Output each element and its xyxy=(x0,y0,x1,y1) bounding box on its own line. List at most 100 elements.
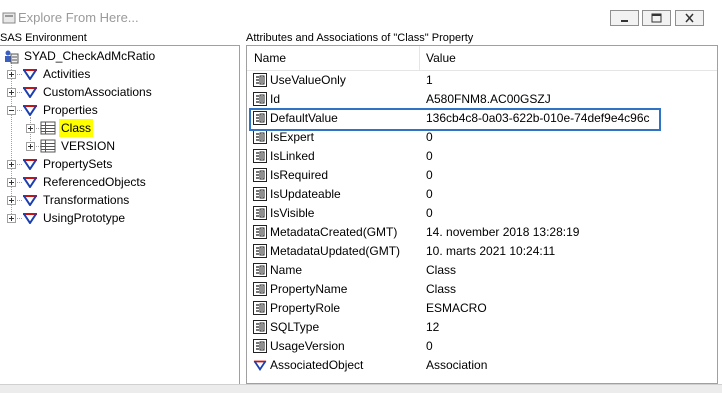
property-value: Class xyxy=(426,282,457,296)
property-value: Association xyxy=(426,358,488,372)
tree-item-properties[interactable]: Properties xyxy=(0,101,238,119)
association-icon xyxy=(23,213,37,224)
property-name: PropertyName xyxy=(270,282,348,296)
tree-item-usingprototype[interactable]: UsingPrototype xyxy=(0,209,238,227)
sas-object-icon xyxy=(5,50,19,64)
property-name: IsRequired xyxy=(270,168,329,182)
tree-item-version[interactable]: VERSION xyxy=(0,137,238,155)
tree-item-propertysets[interactable]: PropertySets xyxy=(0,155,238,173)
attribute-icon xyxy=(253,339,267,353)
table-icon xyxy=(40,139,56,153)
property-row[interactable]: MetadataUpdated(GMT) 10. marts 2021 10:24… xyxy=(247,242,717,261)
window-title: Explore From Here... xyxy=(18,10,139,25)
expand-icon[interactable] xyxy=(7,160,16,169)
association-icon xyxy=(23,159,37,170)
property-row[interactable]: Name Class xyxy=(247,261,717,280)
column-header-name[interactable]: Name xyxy=(254,51,286,65)
expand-icon[interactable] xyxy=(7,88,16,97)
properties-pane[interactable]: Name Value UseValueOnly 1 Id A580FNM8.AC00G… xyxy=(246,45,718,384)
attribute-icon xyxy=(253,225,267,239)
tree-item-label: PropertySets xyxy=(43,157,113,171)
attribute-icon xyxy=(253,282,267,296)
expand-icon[interactable] xyxy=(26,124,35,133)
tree-item-label: CustomAssociations xyxy=(43,85,152,99)
column-divider[interactable] xyxy=(419,46,420,70)
property-value: 0 xyxy=(426,206,433,220)
property-name: PropertyRole xyxy=(270,301,341,315)
expand-icon[interactable] xyxy=(26,142,35,151)
property-name: AssociatedObject xyxy=(270,358,364,372)
status-bar xyxy=(0,384,722,393)
property-row[interactable]: PropertyName Class xyxy=(247,280,717,299)
tree-item-label: ReferencedObjects xyxy=(43,175,146,189)
tree-item-activities[interactable]: Activities xyxy=(0,65,238,83)
tree-item-transformations[interactable]: Transformations xyxy=(0,191,238,209)
property-value: 0 xyxy=(426,187,433,201)
property-name: Name xyxy=(270,263,303,277)
right-pane-header: Attributes and Associations of "Class" P… xyxy=(246,32,474,44)
tree-pane[interactable]: SYAD_CheckAdMcRatio Activities CustomAss… xyxy=(0,45,240,384)
property-value: 0 xyxy=(426,168,433,182)
property-name: IsUpdateable xyxy=(270,187,341,201)
tree-item-referencedobjects[interactable]: ReferencedObjects xyxy=(0,173,238,191)
association-icon xyxy=(23,105,37,116)
property-row[interactable]: AssociatedObject Association xyxy=(247,356,717,375)
property-row[interactable]: SQLType 12 xyxy=(247,318,717,337)
expand-icon[interactable] xyxy=(7,196,16,205)
property-row[interactable]: PropertyRole ESMACRO xyxy=(247,299,717,318)
attribute-icon xyxy=(253,263,267,277)
tree-item-label: Transformations xyxy=(43,193,130,207)
property-row[interactable]: UseValueOnly 1 xyxy=(247,71,717,90)
property-name: Id xyxy=(270,92,281,106)
association-icon xyxy=(23,69,37,80)
property-row[interactable]: IsLinked 0 xyxy=(247,147,717,166)
association-icon xyxy=(23,195,37,206)
property-value: 1 xyxy=(426,73,433,87)
property-value: 0 xyxy=(426,149,433,163)
attribute-icon xyxy=(253,130,267,144)
minimize-button[interactable] xyxy=(610,10,639,26)
property-row[interactable]: MetadataCreated(GMT) 14. november 2018 13… xyxy=(247,223,717,242)
collapse-icon[interactable] xyxy=(7,106,16,115)
tree-item-label: UsingPrototype xyxy=(43,211,126,225)
property-row[interactable]: IsUpdateable 0 xyxy=(247,185,717,204)
maximize-button[interactable] xyxy=(642,10,671,26)
property-value: 14. november 2018 13:28:19 xyxy=(426,225,580,239)
expand-icon[interactable] xyxy=(7,178,16,187)
property-name: UseValueOnly xyxy=(270,73,346,87)
property-name: MetadataUpdated(GMT) xyxy=(270,244,401,258)
tree-item-class[interactable]: Class xyxy=(0,119,238,137)
property-row[interactable]: IsRequired 0 xyxy=(247,166,717,185)
property-row[interactable]: UsageVersion 0 xyxy=(247,337,717,356)
left-pane-header: SAS Environment xyxy=(0,32,87,44)
tree-item-label: SYAD_CheckAdMcRatio xyxy=(24,49,156,63)
table-icon xyxy=(40,121,56,135)
property-value: Class xyxy=(426,263,457,277)
attribute-icon xyxy=(253,168,267,182)
attribute-icon xyxy=(253,187,267,201)
tree-item-root[interactable]: SYAD_CheckAdMcRatio xyxy=(0,47,238,65)
property-value: 10. marts 2021 10:24:11 xyxy=(426,244,556,258)
attribute-icon xyxy=(253,244,267,258)
column-header-value[interactable]: Value xyxy=(426,51,456,65)
tree-item-label: Properties xyxy=(43,103,98,117)
property-row[interactable]: Id A580FNM8.AC00GSZJ xyxy=(247,90,717,109)
association-icon xyxy=(23,177,37,188)
property-value: 12 xyxy=(426,320,440,334)
tree-item-label: Activities xyxy=(43,67,91,81)
tree-item-label: Class xyxy=(59,119,94,137)
expand-icon[interactable] xyxy=(7,70,16,79)
app-icon xyxy=(2,12,16,24)
close-button[interactable] xyxy=(675,10,704,26)
tree-item-customassociations[interactable]: CustomAssociations xyxy=(0,83,238,101)
expand-icon[interactable] xyxy=(7,214,16,223)
property-name: IsLinked xyxy=(270,149,315,163)
property-value: ESMACRO xyxy=(426,301,487,315)
attribute-icon xyxy=(253,73,267,87)
title-bar: Explore From Here... xyxy=(0,0,722,32)
association-icon xyxy=(23,87,37,98)
property-row[interactable]: IsVisible 0 xyxy=(247,204,717,223)
tree-item-label: VERSION xyxy=(61,139,116,153)
property-name: IsVisible xyxy=(270,206,315,220)
property-name: UsageVersion xyxy=(270,339,345,353)
